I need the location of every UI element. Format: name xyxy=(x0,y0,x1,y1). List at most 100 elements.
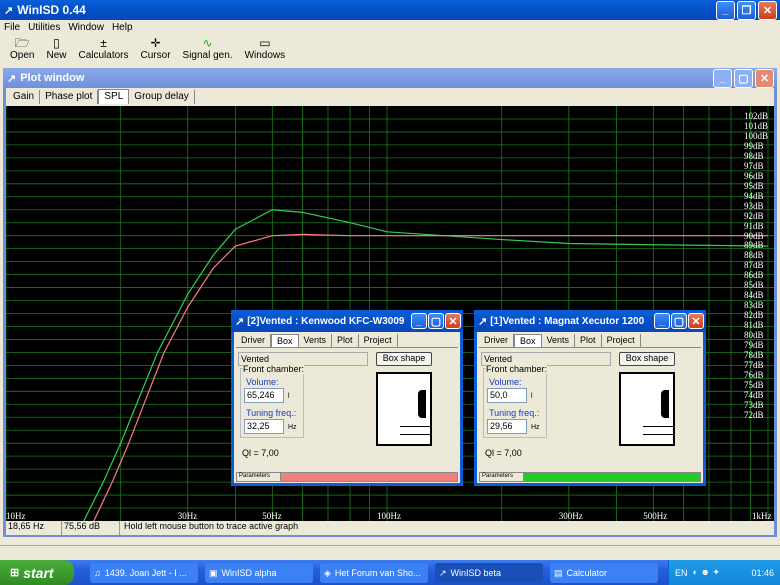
task-winisd-beta[interactable]: ↗ WinISD beta xyxy=(435,563,543,583)
y-tick-label: 79dB xyxy=(744,340,764,351)
speaker-icon xyxy=(661,390,669,418)
task-calculator[interactable]: ▤ Calculator xyxy=(550,563,658,583)
curve-color-swatch xyxy=(281,473,457,481)
menu-file[interactable]: File xyxy=(4,22,20,33)
dialog-maximize-button[interactable]: ▢ xyxy=(671,313,687,329)
y-tick-label: 99dB xyxy=(744,140,764,151)
y-tick-label: 84dB xyxy=(744,290,764,301)
calculators-button[interactable]: ± Calculators xyxy=(72,36,134,64)
dialog-minimize-button[interactable]: _ xyxy=(411,313,427,329)
plot-maximize-button[interactable]: ▢ xyxy=(734,68,753,88)
menu-utilities[interactable]: Utilities xyxy=(28,22,60,33)
dialog-tab-box[interactable]: Box xyxy=(514,334,542,347)
task-winisd-alpha[interactable]: ▣ WinISD alpha xyxy=(205,563,313,583)
status-frequency: 18,65 Hz xyxy=(6,521,62,535)
y-tick-label: 73dB xyxy=(744,399,764,410)
close-button[interactable]: ✕ xyxy=(758,0,777,20)
status-level: 75,56 dB xyxy=(62,521,120,535)
dialog-icon: ↗ xyxy=(235,315,245,328)
dialog-tab-driver[interactable]: Driver xyxy=(236,334,271,347)
browser-icon: ◈ xyxy=(324,567,331,578)
plot-tabs: Gain Phase plot SPL Group delay xyxy=(6,88,774,104)
dialog-tab-box[interactable]: Box xyxy=(271,334,299,347)
plot-icon: ↗ xyxy=(7,72,17,85)
y-tick-label: 75dB xyxy=(744,379,764,390)
windows-button[interactable]: ▭ Windows xyxy=(239,36,292,64)
x-tick-label: 300Hz xyxy=(558,511,583,521)
dialog-tab-driver[interactable]: Driver xyxy=(479,334,514,347)
menu-help[interactable]: Help xyxy=(112,22,133,33)
tab-group-delay[interactable]: Group delay xyxy=(129,90,195,104)
front-chamber-label: Front chamber: xyxy=(243,364,305,374)
minimize-button[interactable]: _ xyxy=(716,0,735,20)
main-status-bar xyxy=(0,545,780,559)
open-button[interactable]: 🗁 Open xyxy=(4,36,40,64)
y-tick-label: 83dB xyxy=(744,300,764,311)
x-tick-label: 50Hz xyxy=(262,511,282,521)
menu-bar: File Utilities Window Help xyxy=(0,20,780,34)
tab-gain[interactable]: Gain xyxy=(8,90,41,104)
new-button[interactable]: ▯ New xyxy=(40,36,72,64)
dialog-tab-vents[interactable]: Vents xyxy=(299,334,333,347)
tab-phase-plot[interactable]: Phase plot xyxy=(40,90,99,104)
volume-label: Volume: xyxy=(246,377,279,387)
tuning-input[interactable]: 32,25 xyxy=(244,419,284,434)
volume-unit: l xyxy=(288,393,290,400)
y-tick-label: 100dB xyxy=(744,130,769,141)
box-shape-button[interactable]: Box shape xyxy=(376,352,432,366)
dialog-tab-plot[interactable]: Plot xyxy=(575,334,602,347)
y-tick-label: 96dB xyxy=(744,170,764,181)
volume-input[interactable]: 50,0 xyxy=(487,388,527,403)
restore-button[interactable]: ❐ xyxy=(737,0,756,20)
plot-close-button[interactable]: ✕ xyxy=(755,68,774,88)
y-tick-label: 77dB xyxy=(744,360,764,370)
volume-input[interactable]: 65,246 xyxy=(244,388,284,403)
toolbar: 🗁 Open ▯ New ± Calculators ✛ Cursor ∿ Signal … xyxy=(4,36,291,64)
app-window-icon: ↗ xyxy=(439,567,447,578)
new-doc-icon: ▯ xyxy=(53,36,60,50)
y-tick-label: 74dB xyxy=(744,389,764,400)
dialog-tab-vents[interactable]: Vents xyxy=(542,334,576,347)
tab-spl[interactable]: SPL xyxy=(98,89,130,104)
plot-minimize-button[interactable]: _ xyxy=(713,68,732,88)
y-tick-label: 101dB xyxy=(744,120,769,131)
dialog-maximize-button[interactable]: ▢ xyxy=(428,313,444,329)
menu-window[interactable]: Window xyxy=(68,22,104,33)
tuning-input[interactable]: 29,56 xyxy=(487,419,527,434)
dialog-title: [1]Vented : Magnat Xecutor 1200 xyxy=(490,315,645,327)
vented-box-dialog: ↗ [2]Vented : Kenwood KFC-W3009 _ ▢ ✕ Dr… xyxy=(231,310,463,486)
calculator-icon: ± xyxy=(100,36,107,50)
box-preview xyxy=(619,372,675,446)
y-tick-label: 91dB xyxy=(744,220,764,231)
plot-title-bar: ↗ Plot window _ ▢ ✕ xyxy=(3,68,777,88)
y-tick-label: 89dB xyxy=(744,240,764,251)
box-shape-button[interactable]: Box shape xyxy=(619,352,675,366)
task-forum[interactable]: ◈ Het Forum van Sho... xyxy=(320,563,428,583)
dialog-minimize-button[interactable]: _ xyxy=(654,313,670,329)
signal-gen-button[interactable]: ∿ Signal gen. xyxy=(177,36,239,64)
curve-color-swatch xyxy=(524,473,700,481)
task-joan-jett[interactable]: ♫ 1439. Joan Jett - I ... xyxy=(90,563,198,583)
cursor-button[interactable]: ✛ Cursor xyxy=(135,36,177,64)
tuning-label: Tuning freq.: xyxy=(489,408,540,418)
start-button[interactable]: ⊞ start xyxy=(0,560,74,585)
status-hint: Hold left mouse button to trace active g… xyxy=(124,521,299,531)
y-tick-label: 97dB xyxy=(744,160,764,171)
y-tick-label: 93dB xyxy=(744,200,764,211)
dialog-tab-project[interactable]: Project xyxy=(359,334,398,347)
ql-value: Ql = 7,00 xyxy=(485,448,522,458)
vented-box-dialog: ↗ [1]Vented : Magnat Xecutor 1200 _ ▢ ✕ … xyxy=(474,310,706,486)
volume-label: Volume: xyxy=(489,377,522,387)
y-tick-label: 78dB xyxy=(744,350,764,361)
language-indicator[interactable]: EN xyxy=(675,568,688,578)
dialog-close-button[interactable]: ✕ xyxy=(688,313,704,329)
parameters-label: Parameters xyxy=(480,473,524,481)
dialog-close-button[interactable]: ✕ xyxy=(445,313,461,329)
dialog-tab-project[interactable]: Project xyxy=(602,334,641,347)
x-tick-label: 1kHz xyxy=(752,511,772,521)
volume-unit: l xyxy=(531,393,533,400)
dialog-tab-plot[interactable]: Plot xyxy=(332,334,359,347)
y-tick-label: 102dB xyxy=(744,111,769,121)
tray-icons: ◐ ☻ ✦ xyxy=(692,567,720,577)
box-preview xyxy=(376,372,432,446)
